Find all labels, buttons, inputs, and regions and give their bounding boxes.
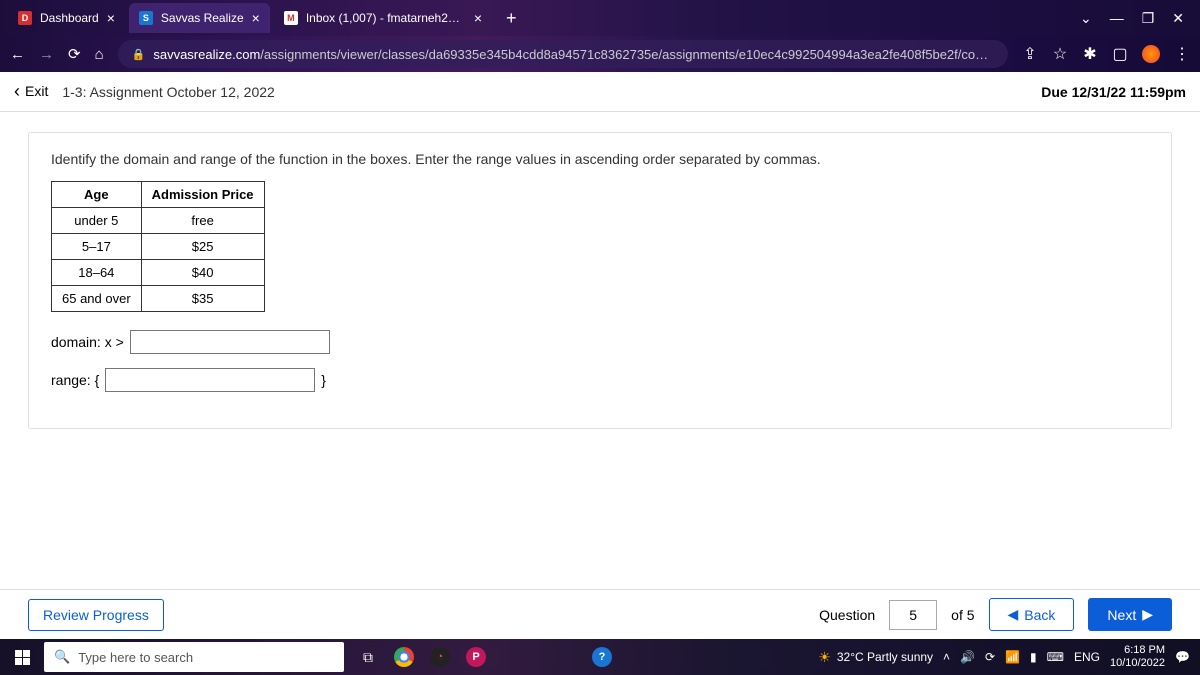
clock[interactable]: 6:18 PM 10/10/2022 [1110, 644, 1165, 669]
table-row: 18–64$40 [52, 260, 265, 286]
table-header: Admission Price [141, 182, 264, 208]
data-table: Age Admission Price under 5free 5–17$25 … [51, 181, 265, 312]
triangle-left-icon: ◀ [1008, 606, 1019, 623]
keyboard-icon[interactable]: ⌨ [1047, 650, 1064, 664]
question-card: Identify the domain and range of the fun… [28, 132, 1172, 429]
address-bar: ← → ⟳ ⌂ 🔒 savvasrealize.com/assignments/… [0, 36, 1200, 72]
close-tab-icon[interactable]: × [474, 10, 482, 26]
assignment-header: Exit 1-3: Assignment October 12, 2022 Du… [0, 72, 1200, 112]
url-text: savvasrealize.com/assignments/viewer/cla… [153, 47, 994, 62]
home-icon[interactable]: ⌂ [95, 46, 104, 63]
table-header: Age [52, 182, 142, 208]
exit-button[interactable]: Exit [14, 81, 48, 102]
domain-answer-row: domain: x > [51, 330, 1149, 354]
date-text: 10/10/2022 [1110, 657, 1165, 670]
close-tab-icon[interactable]: × [252, 10, 260, 26]
more-icon[interactable]: ⋮ [1174, 46, 1190, 62]
windows-logo-icon [15, 650, 30, 665]
browser-tab-strip: D Dashboard × S Savvas Realize × M Inbox… [0, 0, 1200, 36]
tab-favicon-icon: D [18, 11, 32, 25]
chrome-app-icon[interactable] [390, 643, 418, 671]
weather-text: 32°C Partly sunny [837, 650, 933, 664]
url-field[interactable]: 🔒 savvasrealize.com/assignments/viewer/c… [118, 40, 1008, 68]
app-icon[interactable]: P [462, 643, 490, 671]
forward-icon[interactable]: → [39, 46, 54, 63]
tab-title: Dashboard [40, 11, 99, 25]
time-text: 6:18 PM [1110, 644, 1165, 657]
table-row: 65 and over$35 [52, 286, 265, 312]
chevron-up-icon[interactable]: ˄ [943, 650, 950, 664]
volume-icon[interactable]: 🔊 [960, 650, 975, 664]
windows-taskbar: 🔍 Type here to search ⧉ ◔ P ? ☀ 32°C Par… [0, 639, 1200, 675]
browser-tab[interactable]: M Inbox (1,007) - fmatarneh2018@ × [274, 3, 492, 33]
browser-tab-active[interactable]: S Savvas Realize × [129, 3, 270, 33]
app-icon[interactable]: ◔ [426, 643, 454, 671]
puzzle-icon[interactable]: ✱ [1082, 46, 1098, 62]
review-progress-button[interactable]: Review Progress [28, 599, 164, 631]
back-button[interactable]: ◀Back [989, 598, 1075, 631]
question-number-input[interactable] [889, 600, 937, 630]
app-container: Exit 1-3: Assignment October 12, 2022 Du… [0, 72, 1200, 639]
notifications-icon[interactable]: 💬 [1175, 650, 1190, 664]
tab-favicon-icon: S [139, 11, 153, 25]
battery-icon[interactable]: ▮ [1030, 650, 1037, 664]
tab-favicon-icon: M [284, 11, 298, 25]
back-icon[interactable]: ← [10, 46, 25, 63]
new-tab-button[interactable]: + [496, 8, 527, 29]
table-row: 5–17$25 [52, 234, 265, 260]
weather-widget[interactable]: ☀ 32°C Partly sunny [818, 649, 933, 666]
range-label-post: } [321, 372, 326, 388]
update-icon[interactable]: ⟳ [985, 650, 995, 664]
taskbar-search[interactable]: 🔍 Type here to search [44, 642, 344, 672]
browser-tab[interactable]: D Dashboard × [8, 3, 125, 33]
range-label-pre: range: { [51, 372, 99, 388]
close-tab-icon[interactable]: × [107, 10, 115, 26]
question-number-label: Question [819, 607, 875, 623]
tab-title: Savvas Realize [161, 11, 244, 25]
domain-input[interactable] [130, 330, 330, 354]
star-icon[interactable]: ☆ [1052, 46, 1068, 62]
domain-label: domain: x > [51, 334, 124, 350]
task-view-icon[interactable]: ⧉ [354, 643, 382, 671]
window-controls: ⌄ ― ❐ ✕ [1080, 10, 1192, 27]
minimize-icon[interactable]: ― [1110, 10, 1124, 27]
close-window-icon[interactable]: ✕ [1172, 10, 1184, 27]
due-label: Due 12/31/22 11:59pm [1041, 84, 1186, 100]
search-placeholder: Type here to search [78, 650, 193, 665]
question-total-label: of 5 [951, 607, 974, 623]
next-button[interactable]: Next▶ [1088, 598, 1172, 631]
profile-icon[interactable] [1142, 45, 1160, 63]
content-area: Identify the domain and range of the fun… [0, 112, 1200, 589]
triangle-right-icon: ▶ [1142, 606, 1153, 623]
maximize-icon[interactable]: ❐ [1142, 10, 1155, 27]
taskbar-apps: ⧉ ◔ P ? [354, 643, 616, 671]
search-icon: 🔍 [54, 649, 70, 665]
tab-title: Inbox (1,007) - fmatarneh2018@ [306, 11, 466, 25]
system-tray: ☀ 32°C Partly sunny ˄ 🔊 ⟳ 📶 ▮ ⌨ ENG 6:18… [818, 644, 1196, 669]
chevron-down-icon[interactable]: ⌄ [1080, 10, 1092, 27]
lock-icon: 🔒 [132, 48, 146, 61]
range-answer-row: range: { } [51, 368, 1149, 392]
question-prompt: Identify the domain and range of the fun… [51, 151, 1149, 167]
reload-icon[interactable]: ⟳ [68, 45, 81, 63]
language-indicator[interactable]: ENG [1074, 650, 1100, 664]
table-row: under 5free [52, 208, 265, 234]
assignment-footer: Review Progress Question of 5 ◀Back Next… [0, 589, 1200, 639]
assignment-title: 1-3: Assignment October 12, 2022 [62, 84, 274, 100]
help-app-icon[interactable]: ? [588, 643, 616, 671]
range-input[interactable] [105, 368, 315, 392]
sun-icon: ☀ [818, 649, 831, 666]
share-icon[interactable]: ⇪ [1022, 46, 1038, 62]
wifi-icon[interactable]: 📶 [1005, 650, 1020, 664]
start-button[interactable] [4, 639, 40, 675]
bookmark-icon[interactable]: ▢ [1112, 46, 1128, 62]
